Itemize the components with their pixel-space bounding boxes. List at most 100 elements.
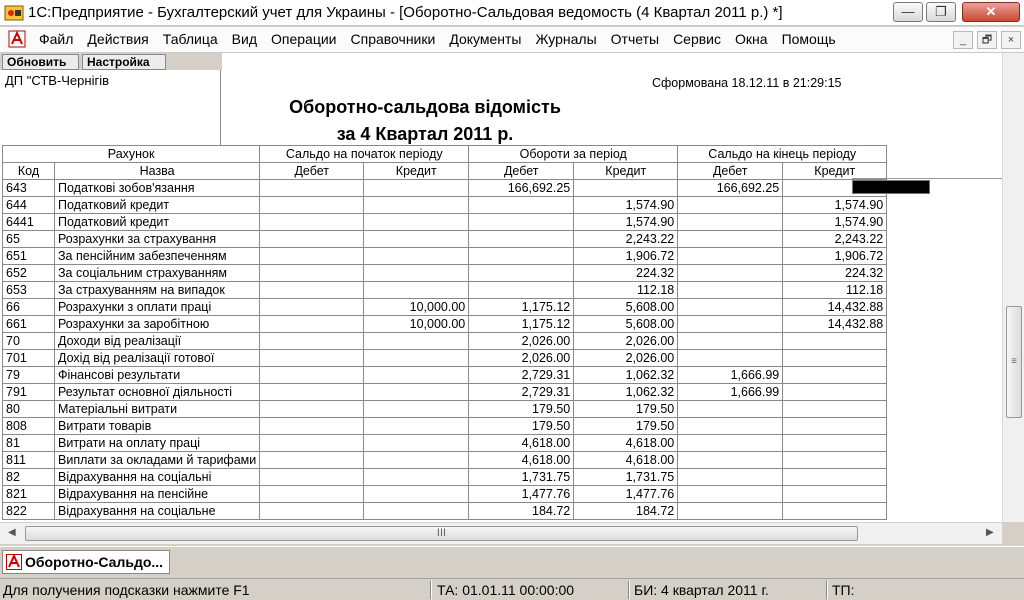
row-end-debit[interactable] [677,298,784,316]
row-start-debit[interactable] [259,451,365,469]
document-icon[interactable] [8,30,26,48]
minimize-button[interactable]: — [893,2,923,22]
row-turnover-debit[interactable]: 1,175.12 [468,315,575,333]
row-end-credit[interactable] [782,468,888,486]
row-turnover-credit[interactable]: 179.50 [573,400,679,418]
row-start-debit[interactable] [259,366,365,384]
row-end-credit[interactable]: 1,574.90 [782,213,888,231]
row-turnover-debit[interactable]: 1,175.12 [468,298,575,316]
row-start-debit[interactable] [259,196,365,214]
refresh-button[interactable]: Обновить [2,54,79,70]
table-row[interactable]: 81 Витрати на оплату праці 4,618.00 4,618.0… [2,434,888,452]
row-code[interactable]: 65 [2,230,55,248]
row-name[interactable]: Податкові зобов'язання [53,179,261,197]
row-start-credit[interactable] [363,400,470,418]
row-end-credit[interactable]: 112.18 [782,281,888,299]
close-button[interactable]: ✕ [962,2,1020,22]
table-row[interactable]: 653 За страхуванням на випадок 112.18 112.1… [2,281,888,299]
table-row[interactable]: 811 Виплати за окладами й тарифами 4,618.0… [2,451,888,469]
row-name[interactable]: За соціальним страхуванням [53,264,261,282]
row-turnover-credit[interactable]: 4,618.00 [573,451,679,469]
row-turnover-credit[interactable]: 112.18 [573,281,679,299]
row-end-credit[interactable]: 14,432.88 [782,315,888,333]
row-name[interactable]: Податковий кредит [53,196,261,214]
row-name[interactable]: Витрати товарів [53,417,261,435]
row-start-debit[interactable] [259,332,365,350]
row-end-debit[interactable] [677,213,784,231]
row-end-credit[interactable]: 224.32 [782,264,888,282]
row-code[interactable]: 70 [2,332,55,350]
table-row[interactable]: 6441 Податковий кредит 1,574.90 1,574.90 [2,213,888,231]
row-start-credit[interactable] [363,332,470,350]
row-name[interactable]: Відрахування на соціальні [53,468,261,486]
horizontal-scrollbar[interactable]: ◀ III ▶ [0,522,1002,544]
row-name[interactable]: Розрахунки з оплати праці [53,298,261,316]
row-end-debit[interactable]: 1,666.99 [677,383,784,401]
table-row[interactable]: 822 Відрахування на соціальне 184.72 184.72 [2,502,888,520]
row-start-credit[interactable] [363,366,470,384]
table-row[interactable]: 82 Відрахування на соціальні 1,731.75 1,731… [2,468,888,486]
row-turnover-debit[interactable]: 184.72 [468,502,575,520]
row-name[interactable]: Фінансові результати [53,366,261,384]
row-name[interactable]: За пенсійним забезпеченням [53,247,261,265]
maximize-button[interactable]: ❐ [926,2,956,22]
row-end-credit[interactable] [782,502,888,520]
row-turnover-debit[interactable] [468,213,575,231]
row-end-debit[interactable] [677,196,784,214]
row-start-credit[interactable]: 10,000.00 [363,315,470,333]
row-start-credit[interactable] [363,485,470,503]
row-start-credit[interactable] [363,213,470,231]
row-code[interactable]: 643 [2,179,55,197]
row-start-credit[interactable] [363,502,470,520]
row-start-credit[interactable] [363,196,470,214]
selected-cell[interactable] [852,180,930,194]
row-code[interactable]: 651 [2,247,55,265]
mdi-restore-button[interactable]: 🗗 [977,31,997,49]
table-row[interactable]: 661 Розрахунки за заробітною 10,000.00 1,17… [2,315,888,333]
table-row[interactable]: 651 За пенсійним забезпеченням 1,906.72 1,9… [2,247,888,265]
row-turnover-credit[interactable]: 179.50 [573,417,679,435]
menu-reports[interactable]: Отчеты [604,31,666,47]
row-start-debit[interactable] [259,247,365,265]
row-start-debit[interactable] [259,485,365,503]
row-end-credit[interactable] [782,434,888,452]
row-end-credit[interactable] [782,332,888,350]
row-start-debit[interactable] [259,230,365,248]
table-row[interactable]: 80 Матеріальні витрати 179.50 179.50 [2,400,888,418]
row-name[interactable]: Розрахунки за заробітною [53,315,261,333]
row-code[interactable]: 822 [2,502,55,520]
row-turnover-debit[interactable] [468,247,575,265]
row-start-credit[interactable] [363,281,470,299]
row-name[interactable]: Результат основної діяльності [53,383,261,401]
vertical-scroll-thumb[interactable]: ≡ [1006,306,1022,418]
row-turnover-credit[interactable]: 1,906.72 [573,247,679,265]
row-end-debit[interactable] [677,485,784,503]
row-turnover-credit[interactable]: 1,062.32 [573,366,679,384]
row-turnover-debit[interactable]: 2,026.00 [468,332,575,350]
menu-documents[interactable]: Документы [442,31,528,47]
row-end-credit[interactable] [782,451,888,469]
row-end-debit[interactable] [677,468,784,486]
row-start-debit[interactable] [259,434,365,452]
table-row[interactable]: 652 За соціальним страхуванням 224.32 224.3… [2,264,888,282]
row-start-debit[interactable] [259,298,365,316]
row-code[interactable]: 82 [2,468,55,486]
row-turnover-credit[interactable]: 1,477.76 [573,485,679,503]
row-turnover-debit[interactable]: 166,692.25 [468,179,575,197]
menu-view[interactable]: Вид [225,31,264,47]
table-row[interactable]: 643 Податкові зобов'язання 166,692.25 166,6… [2,179,888,197]
row-turnover-debit[interactable]: 4,618.00 [468,451,575,469]
row-name[interactable]: Розрахунки за страхування [53,230,261,248]
table-row[interactable]: 701 Дохід від реалізації готової 2,026.00 2… [2,349,888,367]
row-end-debit[interactable] [677,502,784,520]
row-end-debit[interactable] [677,332,784,350]
row-end-debit[interactable] [677,315,784,333]
row-code[interactable]: 661 [2,315,55,333]
menu-help[interactable]: Помощь [775,31,843,47]
row-end-credit[interactable] [782,383,888,401]
row-end-debit[interactable] [677,281,784,299]
table-row[interactable]: 644 Податковий кредит 1,574.90 1,574.90 [2,196,888,214]
row-turnover-debit[interactable] [468,264,575,282]
row-turnover-debit[interactable]: 4,618.00 [468,434,575,452]
row-start-credit[interactable] [363,434,470,452]
